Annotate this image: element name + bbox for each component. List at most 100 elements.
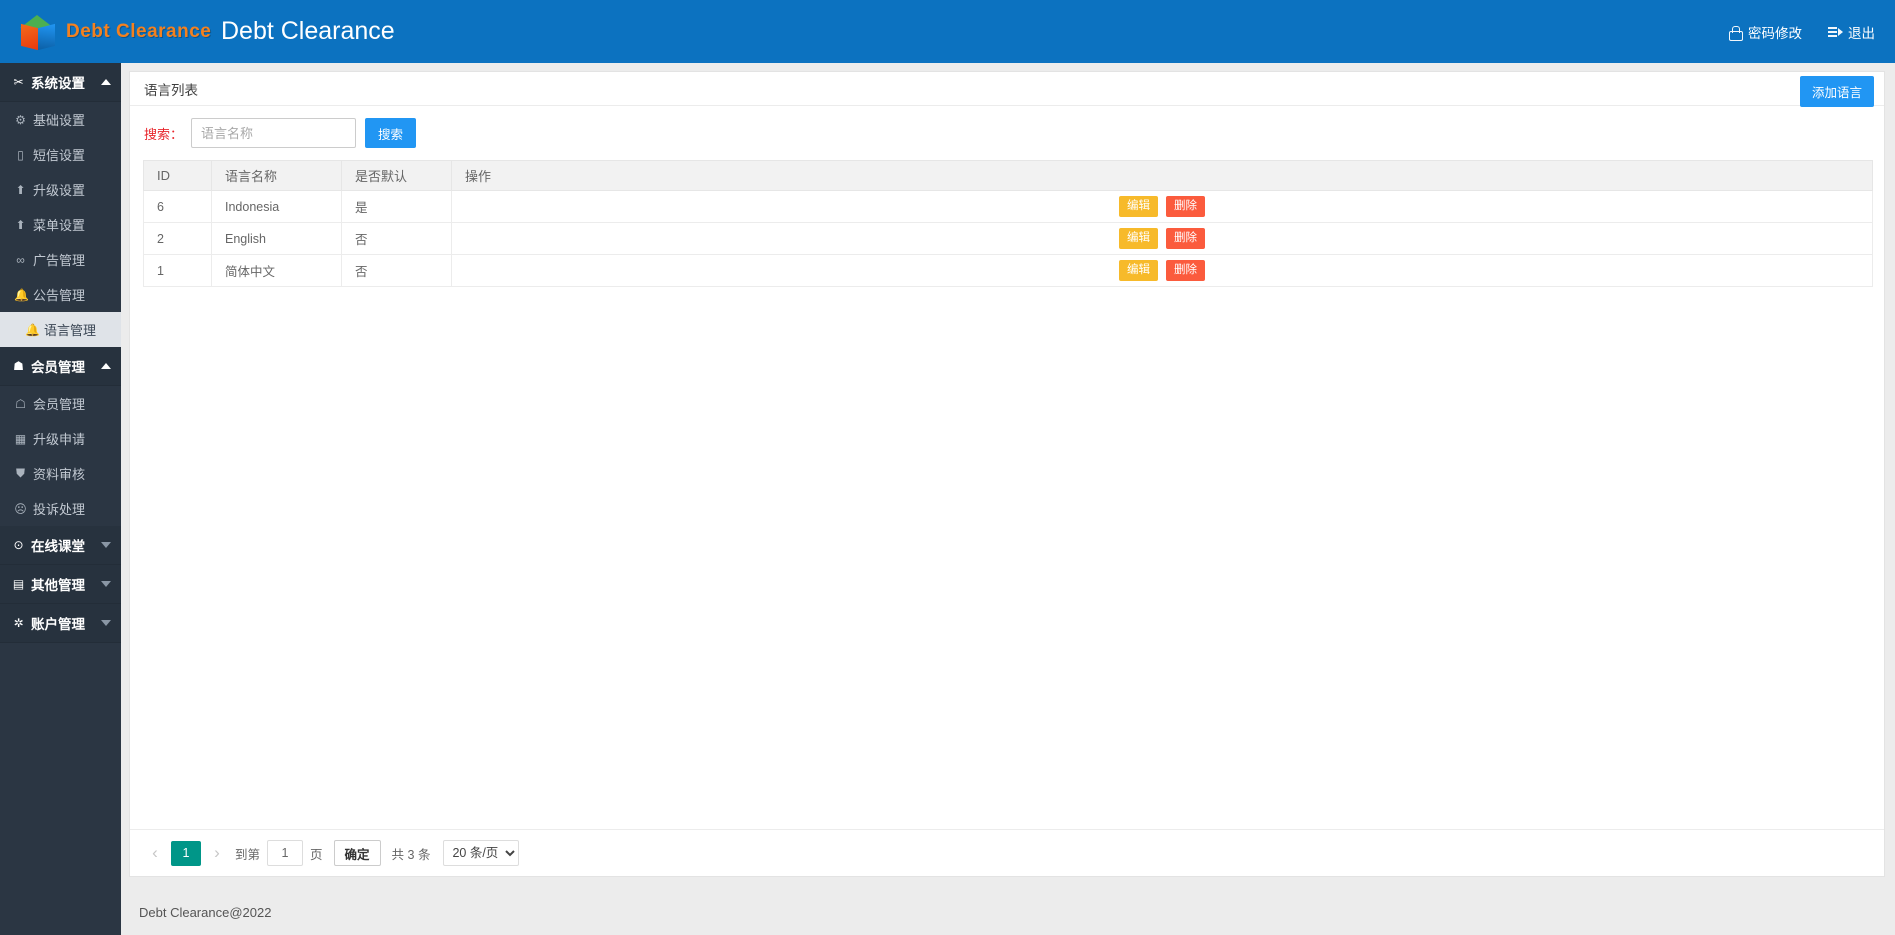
chevron-down-icon[interactable] (101, 620, 111, 626)
sidebar-item-0-0[interactable]: ⚙ 基础设置 (0, 102, 121, 137)
panel-header: 语言列表 添加语言 (130, 72, 1884, 106)
gear-icon: ⚙ (14, 113, 27, 127)
jump-prefix-label: 到第 (235, 844, 260, 863)
sidebar-item-label: 菜单设置 (33, 215, 85, 234)
bell-icon: 🔔 (14, 288, 27, 302)
edit-button[interactable]: 编辑 (1119, 196, 1158, 217)
sidebar-item-1-2[interactable]: ⛊资料审核 (0, 456, 121, 491)
cube-logo-icon (18, 13, 58, 51)
brand-logo-area[interactable]: Debt Clearance (0, 0, 121, 63)
jump-suffix-label: 页 (310, 844, 323, 863)
play-circle-icon: ⊙ (12, 538, 25, 552)
sidebar-item-0-6[interactable]: 🔔 语言管理 (0, 312, 121, 347)
sidebar-item-0-4[interactable]: ∞ 广告管理 (0, 242, 121, 277)
up-circle-icon: ⬆ (14, 218, 27, 232)
table-body: 6Indonesia是编辑删除2English否编辑删除1简体中文否编辑删除 (144, 191, 1873, 287)
sidebar-group-label: 会员管理 (31, 356, 85, 376)
add-language-button[interactable]: 添加语言 (1800, 76, 1874, 107)
sidebar-item-1-3[interactable]: ☹投诉处理 (0, 491, 121, 526)
cell-operations: 编辑删除 (452, 223, 1873, 255)
search-input[interactable] (191, 118, 356, 148)
chevron-up-icon[interactable] (101, 79, 111, 85)
cell-id: 6 (144, 191, 212, 223)
change-password-link[interactable]: 密码修改 (1728, 22, 1802, 42)
cell-operations: 编辑删除 (452, 191, 1873, 223)
jump-confirm-button[interactable]: 确定 (334, 840, 381, 866)
search-label: 搜索： (144, 124, 183, 143)
language-list-panel: 语言列表 添加语言 搜索： 搜索 ID 语言名称 是否默认 操作 6Indone… (129, 71, 1885, 877)
pagination-prev-button[interactable]: ‹ (144, 840, 166, 866)
grid-icon: ▦ (14, 432, 27, 446)
cell-is_default: 是 (342, 191, 452, 223)
panel-title: 语言列表 (144, 79, 198, 99)
sidebar-group-1[interactable]: ☗会员管理 (0, 347, 121, 386)
cell-id: 2 (144, 223, 212, 255)
search-button[interactable]: 搜索 (365, 118, 416, 148)
cell-name: English (212, 223, 342, 255)
pagination-next-button[interactable]: › (206, 840, 228, 866)
sidebar-item-label: 升级申请 (33, 429, 85, 448)
logout-link[interactable]: 退出 (1828, 22, 1875, 42)
sidebar-item-label: 语言管理 (44, 320, 96, 339)
search-bar: 搜索： 搜索 (130, 106, 1884, 160)
sidebar-item-0-5[interactable]: 🔔 公告管理 (0, 277, 121, 312)
sidebar-item-1-0[interactable]: ☖会员管理 (0, 386, 121, 421)
table-header: ID 语言名称 是否默认 操作 (144, 161, 1873, 191)
sidebar-item-label: 升级设置 (33, 180, 85, 199)
sidebar-group-3[interactable]: ▤其他管理 (0, 565, 121, 604)
table-row: 1简体中文否编辑删除 (144, 255, 1873, 287)
brand-text: Debt Clearance (66, 21, 211, 43)
chevron-down-icon[interactable] (101, 581, 111, 587)
delete-button[interactable]: 删除 (1166, 260, 1205, 281)
col-id: ID (144, 161, 212, 191)
sidebar-item-0-3[interactable]: ⬆ 菜单设置 (0, 207, 121, 242)
delete-button[interactable]: 删除 (1166, 228, 1205, 249)
pagination-page-1[interactable]: 1 (171, 841, 201, 866)
sidebar-group-4[interactable]: ✲ 账户管理 (0, 604, 121, 643)
sidebar-nav[interactable]: ✂系统设置 ⚙ 基础设置 ▯短信设置⬆升级设置 ⬆ 菜单设置 ∞ 广告管理 🔔 公告管理 🔔 语言管理… (0, 63, 121, 935)
edit-button[interactable]: 编辑 (1119, 228, 1158, 249)
cell-is_default: 否 (342, 223, 452, 255)
sidebar-item-label: 广告管理 (33, 250, 85, 269)
sidebar-group-2[interactable]: ⊙在线课堂 (0, 526, 121, 565)
sidebar-group-label: 账户管理 (31, 613, 85, 633)
delete-button[interactable]: 删除 (1166, 196, 1205, 217)
header-actions: 密码修改 退出 (1728, 22, 1895, 42)
col-language-name: 语言名称 (212, 161, 342, 191)
app-footer: Debt Clearance@2022 (121, 890, 1895, 935)
cell-is_default: 否 (342, 255, 452, 287)
sidebar-item-label: 公告管理 (33, 285, 85, 304)
link-icon: ∞ (14, 253, 27, 267)
shield-check-icon: ⛊ (14, 466, 27, 481)
chevron-down-icon[interactable] (101, 542, 111, 548)
gear-icon: ✲ (12, 616, 25, 630)
page-size-select[interactable]: 10 条/页20 条/页30 条/页40 条/页 (443, 840, 519, 866)
exit-icon (1828, 25, 1842, 39)
sidebar-item-1-1[interactable]: ▦ 升级申请 (0, 421, 121, 456)
sidebar-item-0-1[interactable]: ▯短信设置 (0, 137, 121, 172)
app-header: Debt Clearance Debt Clearance 密码修改 退出 (0, 0, 1895, 63)
table-row: 6Indonesia是编辑删除 (144, 191, 1873, 223)
total-count-label: 共 3 条 (392, 844, 431, 863)
sidebar-group-0[interactable]: ✂系统设置 (0, 63, 121, 102)
tools-icon: ✂ (12, 75, 25, 89)
jump-page-input[interactable] (267, 840, 303, 866)
page-title: Debt Clearance (221, 17, 395, 46)
col-is-default: 是否默认 (342, 161, 452, 191)
chevron-up-icon[interactable] (101, 363, 111, 369)
table-row: 2English否编辑删除 (144, 223, 1873, 255)
cell-operations: 编辑删除 (452, 255, 1873, 287)
edit-button[interactable]: 编辑 (1119, 260, 1158, 281)
main-content: 语言列表 添加语言 搜索： 搜索 ID 语言名称 是否默认 操作 6Indone… (121, 63, 1895, 935)
pagination-bar: ‹ 1 › 到第 页 确定 共 3 条 10 条/页20 条/页30 条/页40… (130, 829, 1884, 876)
sidebar-group-label: 其他管理 (31, 574, 85, 594)
footer-text: Debt Clearance@2022 (139, 905, 271, 920)
lock-icon (1728, 25, 1742, 39)
sidebar-item-label: 基础设置 (33, 110, 85, 129)
col-operations: 操作 (452, 161, 1873, 191)
sad-face-icon: ☹ (14, 502, 27, 516)
cell-id: 1 (144, 255, 212, 287)
bell-icon: 🔔 (25, 323, 38, 337)
sidebar-item-0-2[interactable]: ⬆升级设置 (0, 172, 121, 207)
sidebar-item-label: 短信设置 (33, 145, 85, 164)
